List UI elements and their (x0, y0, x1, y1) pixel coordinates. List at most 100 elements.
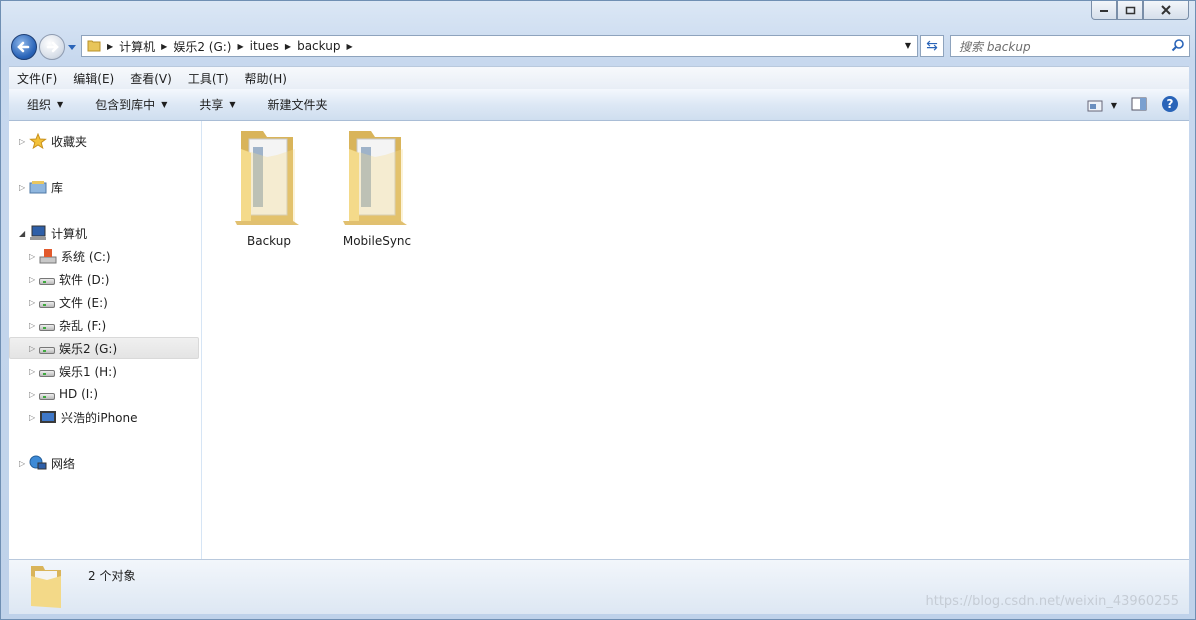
nav-label: 文件 (E:) (59, 295, 108, 310)
nav-libraries[interactable]: ▷ 库 (19, 176, 63, 198)
expand-icon[interactable]: ▷ (19, 137, 29, 146)
include-library-button[interactable]: 包含到库中 ▼ (77, 96, 181, 113)
nav-label: 库 (51, 180, 64, 195)
breadcrumb-drive[interactable]: 娱乐2 (G:) (169, 36, 235, 56)
drive-icon (39, 301, 55, 308)
expand-icon[interactable]: ▷ (29, 367, 39, 376)
search-icon (1171, 38, 1189, 55)
svg-text:?: ? (1167, 97, 1174, 111)
chevron-down-icon: ▼ (229, 100, 236, 109)
new-folder-button[interactable]: 新建文件夹 (250, 96, 342, 113)
share-button[interactable]: 共享 ▼ (181, 96, 249, 113)
expand-icon[interactable]: ▷ (29, 413, 39, 422)
menu-tools[interactable]: 工具(T) (180, 70, 237, 87)
menu-edit[interactable]: 编辑(E) (65, 70, 122, 87)
search-input[interactable]: 搜索 backup (951, 38, 1171, 55)
organize-label: 组织 (27, 98, 52, 112)
item-count: 2 个对象 (88, 569, 136, 583)
help-button[interactable]: ? (1161, 95, 1179, 116)
refresh-icon: ⇆ (926, 38, 938, 54)
drive-icon (39, 324, 55, 331)
folder-icon (31, 566, 61, 608)
folder-item-mobilesync[interactable]: MobileSync (322, 127, 432, 248)
menu-file[interactable]: 文件(F) (9, 70, 65, 87)
expand-icon[interactable]: ▷ (29, 344, 39, 353)
nav-iphone[interactable]: ▷ 兴浩的iPhone (29, 406, 138, 428)
expand-icon[interactable]: ▷ (29, 321, 39, 330)
breadcrumb-separator[interactable]: ▶ (159, 42, 169, 51)
restore-icon (1125, 6, 1135, 15)
organize-button[interactable]: 组织 ▼ (9, 96, 77, 113)
refresh-button[interactable]: ⇆ (920, 35, 944, 57)
breadcrumb-computer[interactable]: 计算机 (115, 36, 159, 56)
nav-drive-g[interactable]: ▷ 娱乐2 (G:) (9, 337, 199, 359)
folder-icon (343, 131, 407, 225)
nav-drive-i[interactable]: ▷ HD (I:) (29, 383, 98, 405)
nav-drive-c[interactable]: ▷ 系统 (C:) (29, 245, 111, 267)
back-button[interactable] (11, 34, 37, 60)
breadcrumb-separator[interactable]: ▶ (283, 42, 293, 51)
menu-view[interactable]: 查看(V) (122, 70, 180, 87)
nav-drive-e[interactable]: ▷ 文件 (E:) (29, 291, 108, 313)
system-drive-icon (39, 248, 57, 264)
breadcrumb-backup[interactable]: backup (293, 36, 344, 56)
expand-icon[interactable]: ▷ (29, 298, 39, 307)
close-icon (1161, 5, 1171, 15)
arrow-left-icon (17, 41, 30, 53)
collapse-icon[interactable]: ◢ (19, 229, 29, 238)
expand-icon[interactable]: ▷ (29, 252, 39, 261)
star-icon (29, 132, 47, 150)
nav-label: 兴浩的iPhone (61, 410, 138, 425)
expand-icon[interactable]: ▷ (19, 183, 29, 192)
nav-network[interactable]: ▷ 网络 (19, 452, 75, 474)
nav-drive-d[interactable]: ▷ 软件 (D:) (29, 268, 109, 290)
expand-icon[interactable]: ▷ (29, 390, 39, 399)
view-controls: ▼ ? (1087, 95, 1179, 116)
arrow-right-icon (46, 41, 59, 53)
close-button[interactable] (1143, 1, 1189, 20)
breadcrumb-itues[interactable]: itues (246, 36, 283, 56)
change-view-button[interactable]: ▼ (1087, 100, 1117, 112)
expand-icon[interactable]: ▷ (19, 459, 29, 468)
file-view: Backup MobileSync (202, 121, 1189, 559)
preview-pane-icon (1131, 97, 1147, 111)
chevron-down-icon: ▼ (1110, 101, 1117, 110)
nav-computer[interactable]: ◢ 计算机 (19, 222, 87, 244)
breadcrumb-separator[interactable]: ▶ (105, 42, 115, 51)
share-label: 共享 (199, 98, 224, 112)
window-controls (1091, 1, 1189, 20)
breadcrumb-separator[interactable]: ▶ (235, 42, 245, 51)
computer-icon (29, 225, 47, 241)
nav-label: 娱乐2 (G:) (59, 341, 118, 356)
navigation-pane: ▷ 收藏夹 ▷ 库 ◢ 计算机 ▷ 系统 (C:) ▷ 软件 (D:) ▷ 文件… (9, 121, 202, 559)
explorer-window: ▶ 计算机 ▶ 娱乐2 (G:) ▶ itues ▶ backup ▶ ▼ ⇆ … (0, 0, 1196, 620)
drive-icon (39, 393, 55, 400)
network-icon (29, 455, 47, 471)
preview-pane-button[interactable] (1131, 97, 1147, 114)
expand-icon[interactable]: ▷ (29, 275, 39, 284)
phone-icon (39, 409, 57, 425)
nav-drive-f[interactable]: ▷ 杂乱 (F:) (29, 314, 106, 336)
folder-label: MobileSync (342, 234, 412, 248)
minimize-button[interactable] (1091, 1, 1117, 20)
folder-icon (235, 131, 299, 225)
drive-icon (39, 278, 55, 285)
include-library-label: 包含到库中 (95, 98, 156, 112)
address-bar[interactable]: ▶ 计算机 ▶ 娱乐2 (G:) ▶ itues ▶ backup ▶ ▼ (81, 35, 918, 57)
folder-icon (82, 38, 105, 55)
folder-item-backup[interactable]: Backup (214, 127, 324, 248)
breadcrumb-separator[interactable]: ▶ (344, 42, 354, 51)
menu-help[interactable]: 帮助(H) (237, 70, 295, 87)
nav-favorites[interactable]: ▷ 收藏夹 (19, 130, 87, 152)
drive-icon (39, 370, 55, 377)
search-box[interactable]: 搜索 backup (950, 35, 1190, 57)
watermark: https://blog.csdn.net/weixin_43960255 (925, 594, 1179, 609)
nav-drive-h[interactable]: ▷ 娱乐1 (H:) (29, 360, 117, 382)
restore-button[interactable] (1117, 1, 1143, 20)
nav-label: 收藏夹 (51, 134, 88, 149)
recent-pages-button[interactable] (67, 41, 77, 53)
folder-label: Backup (247, 234, 291, 248)
nav-label: 系统 (C:) (61, 249, 111, 264)
forward-button[interactable] (39, 34, 65, 60)
address-dropdown-icon[interactable]: ▼ (905, 41, 911, 50)
